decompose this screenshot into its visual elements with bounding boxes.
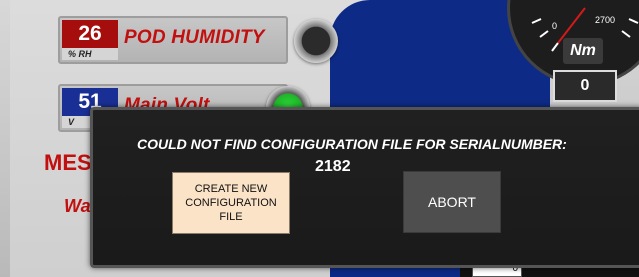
abort-button-label: ABORT [428,194,476,210]
gauge-value: 0 [553,70,617,102]
pod-humidity-unit: % RH [62,48,118,60]
gauge-scale-max: 2700 [595,15,616,25]
abort-button[interactable]: ABORT [403,171,501,233]
pod-humidity-indicator-icon [294,19,338,63]
gauge-unit-label: Nm [563,38,603,64]
svg-text:0: 0 [552,21,557,31]
serial-number: 2182 [315,158,351,175]
pod-humidity-readout: 26 % RH POD HUMIDITY [58,16,288,64]
dialog-message: COULD NOT FIND CONFIGURATION FILE FOR SE… [137,136,567,152]
config-error-dialog: COULD NOT FIND CONFIGURATION FILE FOR SE… [90,107,639,268]
partial-label-mes: MES [44,150,92,175]
partial-label-wa: Wa [64,196,91,216]
create-config-button-label: CREATE NEW CONFIGURATION FILE [185,183,277,223]
create-config-button[interactable]: CREATE NEW CONFIGURATION FILE [172,172,290,234]
pod-humidity-label: POD HUMIDITY [124,27,265,48]
